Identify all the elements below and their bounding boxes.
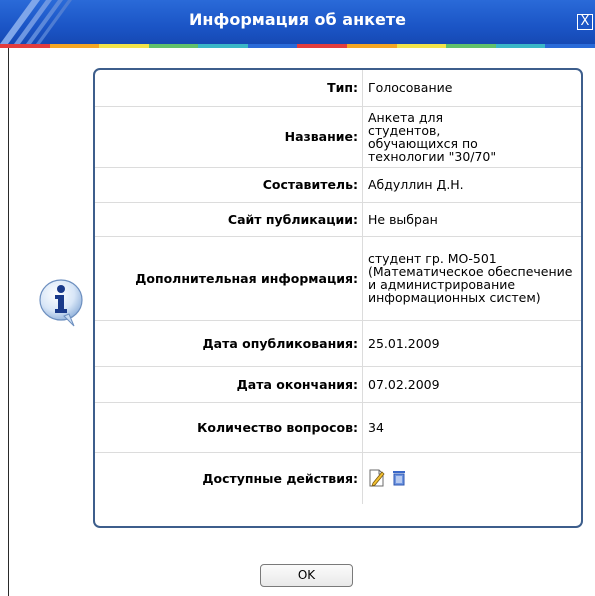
- dialog-titlebar: Информация об анкете X: [0, 0, 595, 44]
- row-value: Не выбран: [362, 202, 581, 237]
- row-label: Сайт публикации:: [95, 202, 363, 237]
- dialog-title: Информация об анкете: [189, 10, 406, 29]
- row-value: 25.01.2009: [362, 320, 581, 367]
- title-color-stripe: [0, 44, 595, 48]
- row-label: Составитель:: [95, 167, 363, 203]
- row-label: Название:: [95, 106, 363, 168]
- info-row-published: Дата опубликования: 25.01.2009: [95, 320, 581, 367]
- close-button[interactable]: X: [577, 14, 593, 30]
- info-row-type: Тип: Голосование: [95, 70, 581, 107]
- row-label: Дополнительная информация:: [95, 236, 363, 321]
- row-value: Анкета для студентов, обучающихся по тех…: [362, 106, 581, 168]
- row-label: Тип:: [95, 70, 363, 107]
- row-value: студент гр. МО-501 (Математическое обесп…: [362, 236, 581, 321]
- row-value: Голосование: [362, 70, 581, 107]
- row-label: Дата опубликования:: [95, 320, 363, 367]
- info-row-end-date: Дата окончания: 07.02.2009: [95, 366, 581, 403]
- row-value: 07.02.2009: [362, 366, 581, 403]
- trash-icon[interactable]: [392, 470, 406, 486]
- info-row-actions: Доступные действия:: [95, 452, 581, 504]
- info-row-name: Название: Анкета для студентов, обучающи…: [95, 106, 581, 168]
- row-value: 34: [362, 402, 581, 453]
- info-icon: [39, 279, 83, 327]
- window-left-border: [8, 48, 9, 596]
- info-row-site: Сайт публикации: Не выбран: [95, 202, 581, 237]
- row-label: Количество вопросов:: [95, 402, 363, 453]
- info-table: Тип: Голосование Название: Анкета для ст…: [95, 70, 581, 504]
- info-row-questions: Количество вопросов: 34: [95, 402, 581, 453]
- info-row-author: Составитель: Абдуллин Д.Н.: [95, 167, 581, 203]
- row-value: Абдуллин Д.Н.: [362, 167, 581, 203]
- edit-icon[interactable]: [368, 468, 386, 488]
- row-label: Доступные действия:: [95, 452, 363, 504]
- ok-button[interactable]: OK: [260, 564, 353, 587]
- info-row-additional: Дополнительная информация: студент гр. М…: [95, 236, 581, 321]
- info-panel: Тип: Голосование Название: Анкета для ст…: [93, 68, 583, 528]
- row-label: Дата окончания:: [95, 366, 363, 403]
- row-value: [363, 452, 582, 504]
